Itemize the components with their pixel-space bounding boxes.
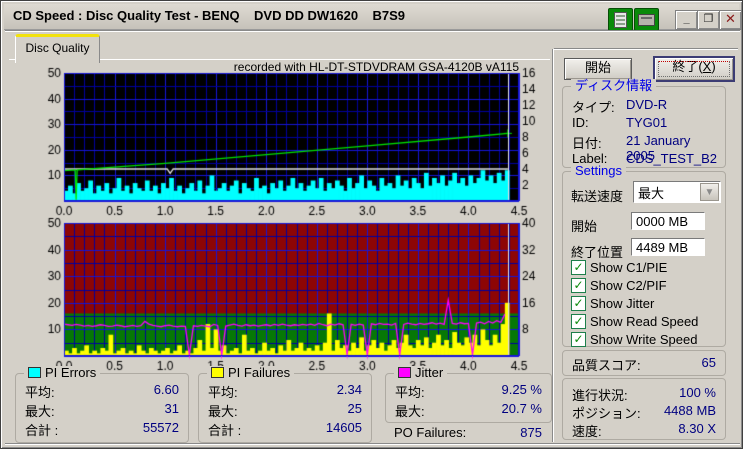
quality-score-group: 品質スコア: 65	[562, 350, 726, 376]
pi-errors-caption: PI Errors	[24, 366, 101, 380]
chevron-down-icon[interactable]: ▼	[700, 183, 719, 201]
start-position-input[interactable]	[631, 212, 705, 230]
jitter-swatch-icon	[398, 367, 411, 379]
disc-date-row: 日付: 21 January 2005	[572, 133, 691, 163]
end-position-input[interactable]	[631, 238, 705, 256]
checkbox-show-c2-pif-label: Show C2/PIF	[590, 278, 667, 293]
pi-errors-group: PI Errors 平均: 6.60 最大: 31 合計 :55572	[15, 366, 189, 443]
pi-failures-max-row: 最大: 25	[208, 401, 362, 419]
checkbox-show-jitter-label: Show Jitter	[590, 296, 655, 311]
exit-button[interactable]: 終了(X)	[653, 56, 735, 82]
pi-failures-caption: PI Failures	[207, 366, 295, 380]
jitter-avg-row: 平均: 9.25 %	[395, 382, 542, 400]
pi-errors-chart	[37, 65, 543, 219]
po-failures-label: PO Failures:	[394, 425, 467, 440]
pi-failures-jitter-chart	[37, 215, 543, 372]
po-failures-value: 875	[520, 425, 542, 440]
maximize-button[interactable]: ❐	[697, 10, 720, 30]
quality-score-label: 品質スコア:	[572, 358, 641, 373]
checkbox-show-c1-pie[interactable]: ✓	[571, 260, 586, 275]
pi-failures-swatch-icon	[211, 367, 224, 379]
disc-info-caption: ディスク情報	[571, 79, 657, 93]
vertical-divider	[552, 49, 554, 442]
bottom-divider	[5, 443, 740, 445]
speed-row: 速度: 8.30 X	[572, 421, 716, 439]
close-button[interactable]: ✕	[719, 10, 742, 30]
transfer-speed-combo[interactable]: 最大 ▼	[633, 181, 721, 203]
transfer-speed-value: 最大	[638, 186, 665, 201]
checkbox-show-write-speed-label: Show Write Speed	[590, 332, 698, 347]
checkbox-show-jitter[interactable]: ✓	[571, 296, 586, 311]
quality-score-value: 65	[701, 355, 716, 370]
checkbox-show-c2-pif[interactable]: ✓	[571, 278, 586, 293]
checkbox-show-c1-pie-label: Show C1/PIE	[590, 260, 668, 275]
minimize-button[interactable]: _	[675, 10, 698, 30]
focus-ring	[658, 61, 730, 77]
jitter-max-row: 最大: 20.7 %	[395, 401, 542, 419]
pi-failures-group: PI Failures 平均: 2.34 最大: 25 合計 :14605	[198, 366, 372, 443]
pi-errors-total-row: 合計 :55572	[25, 420, 179, 438]
titlebar-divider	[5, 30, 740, 32]
drive-icon[interactable]	[634, 8, 659, 31]
settings-group: Settings 転送速度 最大 ▼ 開始 終了位置 ✓ Show C1/PIE…	[562, 164, 726, 347]
app-window: CD Speed : Disc Quality Test - BENQ DVD …	[0, 0, 743, 449]
checkbox-show-read-speed-label: Show Read Speed	[590, 314, 699, 329]
pi-errors-swatch-icon	[28, 367, 41, 379]
title-bar[interactable]: CD Speed : Disc Quality Test - BENQ DVD …	[4, 4, 742, 31]
settings-caption: Settings	[571, 164, 626, 178]
end-position-label: 終了位置	[571, 245, 624, 260]
jitter-group: Jitter 平均: 9.25 % 最大: 20.7 %	[385, 366, 552, 423]
quality-score-row: 品質スコア: 65	[572, 355, 716, 373]
disc-id-row: ID: TYG01	[572, 115, 668, 130]
start-button[interactable]: 開始	[564, 58, 632, 80]
pi-failures-total-row: 合計 :14605	[208, 420, 362, 438]
tab-disc-quality[interactable]: Disc Quality	[15, 34, 100, 63]
po-failures-row: PO Failures: 875	[394, 425, 542, 440]
position-row: ポジション: 4488 MB	[572, 403, 716, 421]
window-title: CD Speed : Disc Quality Test - BENQ DVD …	[13, 8, 406, 23]
progress-row: 進行状況: 100 %	[572, 385, 716, 403]
checkbox-show-read-speed[interactable]: ✓	[571, 314, 586, 329]
checkbox-show-write-speed[interactable]: ✓	[571, 332, 586, 347]
document-glyph	[614, 12, 627, 28]
pi-failures-avg-row: 平均: 2.34	[208, 382, 362, 400]
transfer-speed-label: 転送速度	[571, 189, 624, 204]
pi-errors-max-row: 最大: 31	[25, 401, 179, 419]
panel-top-divider	[554, 48, 738, 50]
disc-type-row: タイプ: DVD-R	[572, 97, 668, 115]
report-icon[interactable]	[608, 8, 633, 31]
pi-errors-avg-row: 平均: 6.60	[25, 382, 179, 400]
jitter-caption: Jitter	[394, 366, 448, 380]
disc-info-group: ディスク情報 タイプ: DVD-R ID: TYG01 日付: 21 January …	[562, 79, 726, 168]
start-position-label: 開始	[571, 219, 598, 234]
drive-glyph	[638, 14, 655, 26]
progress-group: 進行状況: 100 % ポジション: 4488 MB 速度: 8.30 X	[562, 378, 726, 440]
